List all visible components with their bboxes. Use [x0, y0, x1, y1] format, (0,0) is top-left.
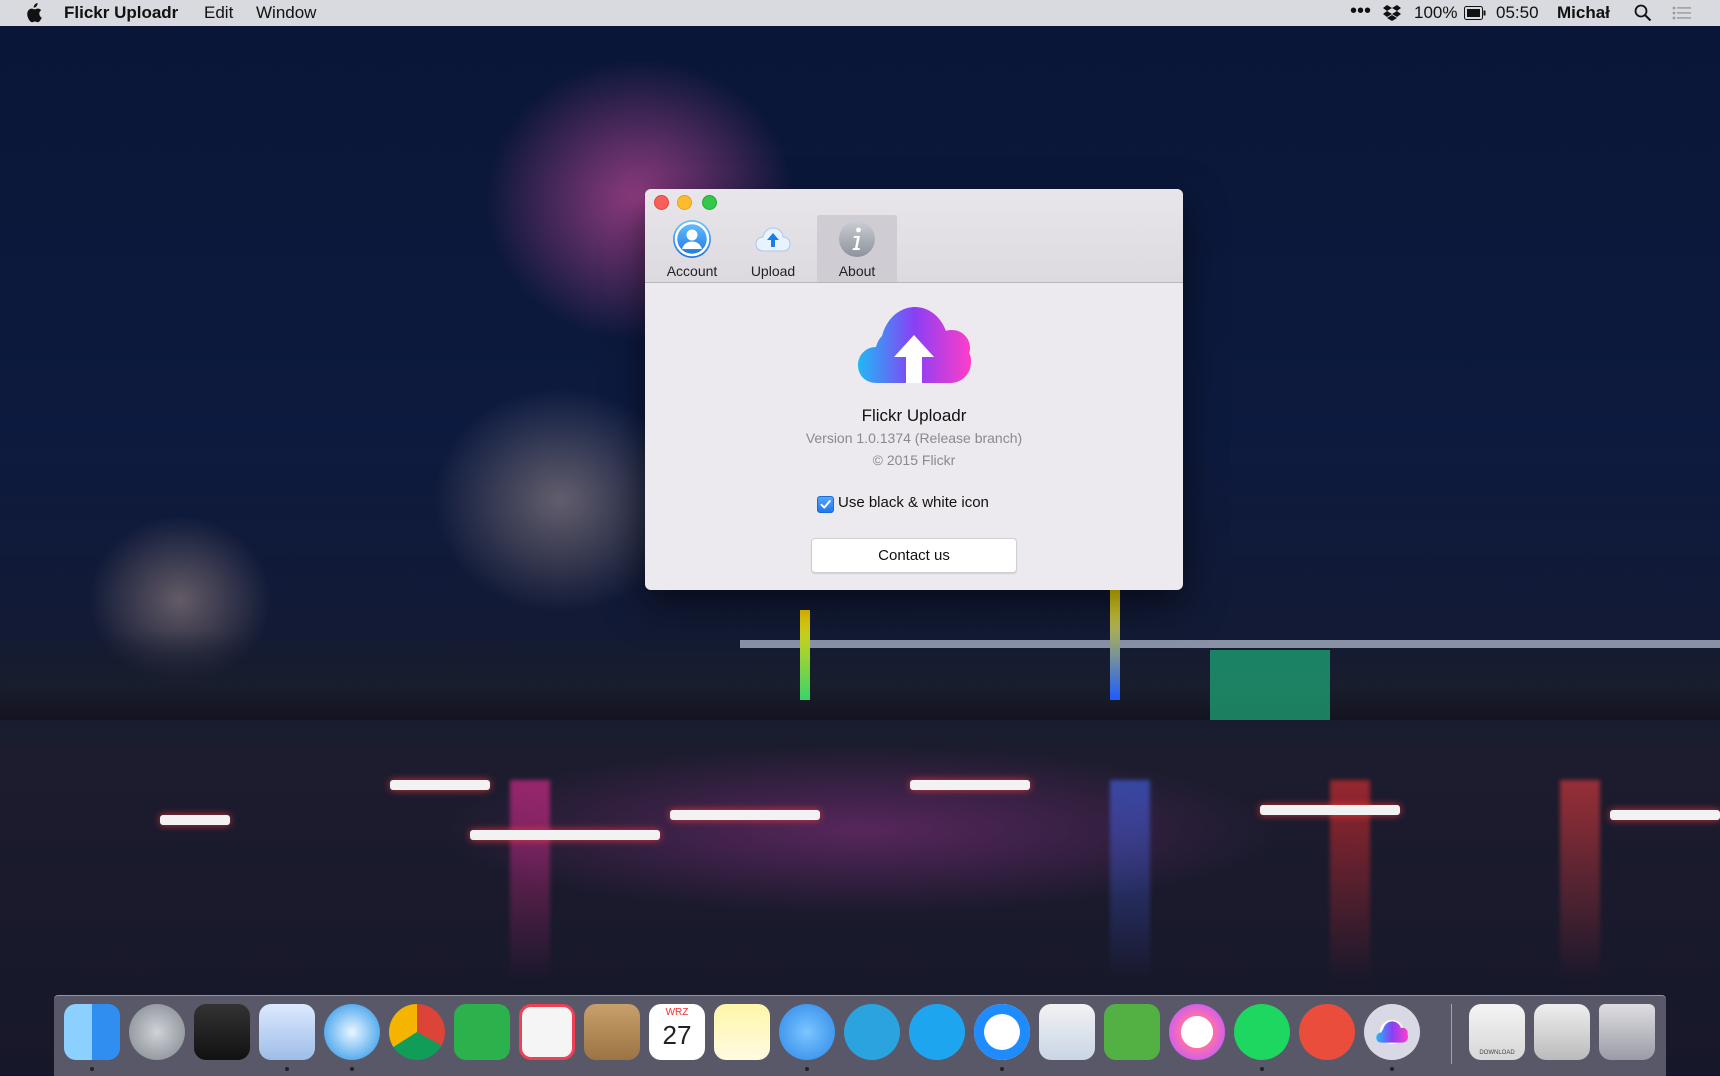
boat	[1610, 810, 1720, 820]
bw-icon-label[interactable]: Use black & white icon	[838, 494, 989, 511]
boat	[910, 780, 1030, 790]
bridge-tower	[800, 610, 810, 700]
boat	[390, 780, 490, 790]
bw-icon-checkbox[interactable]	[817, 496, 834, 513]
menu-edit[interactable]: Edit	[204, 3, 233, 23]
calendar-icon[interactable]: WRZ 27	[649, 1004, 705, 1060]
running-indicator	[90, 1067, 94, 1071]
minimize-button[interactable]	[677, 195, 692, 210]
calendar-day: 27	[662, 1020, 692, 1050]
boat	[160, 815, 230, 825]
tab-upload[interactable]: Upload	[733, 215, 813, 282]
boat	[470, 830, 660, 840]
tab-about-label: About	[838, 263, 876, 279]
running-indicator	[1390, 1067, 1394, 1071]
tab-account-label: Account	[666, 263, 718, 279]
water-reflection	[1110, 780, 1150, 980]
pocket-icon[interactable]	[519, 1004, 575, 1060]
telegram-icon[interactable]	[844, 1004, 900, 1060]
menu-bar: Flickr Uploadr Edit Window ••• 100% 05:5…	[0, 0, 1720, 26]
checkmark-icon	[820, 500, 831, 509]
running-indicator	[350, 1067, 354, 1071]
about-window: Account Upload About Flickr Uploadr Vers…	[645, 189, 1183, 590]
apple-icon[interactable]	[24, 3, 42, 23]
close-button[interactable]	[654, 195, 669, 210]
documents-stack-icon[interactable]	[1534, 1004, 1590, 1060]
evernote-icon[interactable]	[1104, 1004, 1160, 1060]
spotlight-search-icon[interactable]	[1634, 4, 1652, 22]
chrome-icon[interactable]	[389, 1004, 445, 1060]
finder-icon[interactable]	[64, 1004, 120, 1060]
copyright-text: © 2015 Flickr	[872, 452, 956, 468]
downloader-icon[interactable]	[1299, 1004, 1355, 1060]
photo-slideshow-icon[interactable]	[194, 1004, 250, 1060]
info-icon	[839, 221, 875, 257]
water-reflection	[510, 780, 550, 980]
messenger-icon[interactable]	[974, 1004, 1030, 1060]
about-panel: Flickr Uploadr Version 1.0.1374 (Release…	[645, 283, 1183, 590]
flickr-uploadr-icon[interactable]	[1364, 1004, 1420, 1060]
running-indicator	[1000, 1067, 1004, 1071]
tab-about[interactable]: About	[817, 215, 897, 282]
preview-icon[interactable]	[1039, 1004, 1095, 1060]
more-icon[interactable]: •••	[1350, 0, 1371, 23]
flickr-uploadr-logo	[858, 307, 971, 383]
spotify-icon[interactable]	[1234, 1004, 1290, 1060]
lit-building	[1210, 650, 1330, 720]
version-text: Version 1.0.1374 (Release branch)	[805, 430, 1023, 446]
menu-app-name[interactable]: Flickr Uploadr	[64, 3, 178, 23]
feedly-icon[interactable]	[454, 1004, 510, 1060]
notes-icon[interactable]	[714, 1004, 770, 1060]
preferences-toolbar: Account Upload About	[645, 189, 1183, 283]
upload-cloud-icon	[755, 227, 791, 252]
dock-separator	[1451, 1004, 1452, 1064]
dropbox-icon[interactable]	[1382, 4, 1402, 22]
running-indicator	[805, 1067, 809, 1071]
tab-account[interactable]: Account	[652, 215, 732, 282]
contacts-icon[interactable]	[584, 1004, 640, 1060]
contact-us-button[interactable]: Contact us	[811, 538, 1017, 573]
messages-icon[interactable]	[779, 1004, 835, 1060]
itunes-icon[interactable]	[1169, 1004, 1225, 1060]
app-title: Flickr Uploadr	[861, 406, 967, 425]
skype-icon[interactable]	[909, 1004, 965, 1060]
boat	[670, 810, 820, 820]
boat	[1260, 805, 1400, 815]
account-icon	[673, 220, 711, 258]
launchpad-icon[interactable]	[129, 1004, 185, 1060]
cloud-icon	[1376, 1021, 1408, 1043]
clock[interactable]: 05:50	[1496, 3, 1539, 23]
calendar-month: WRZ	[665, 1007, 689, 1018]
mail-icon[interactable]	[259, 1004, 315, 1060]
downloads-stack-icon[interactable]: DOWNLOAD	[1469, 1004, 1525, 1060]
tab-upload-label: Upload	[750, 263, 796, 279]
running-indicator	[285, 1067, 289, 1071]
notification-center-icon[interactable]	[1672, 6, 1692, 20]
bridge-deck	[740, 640, 1720, 648]
running-indicator	[1260, 1067, 1264, 1071]
battery-icon[interactable]	[1464, 6, 1486, 20]
bridge-tower	[1110, 590, 1120, 700]
safari-icon[interactable]	[324, 1004, 380, 1060]
dock: WRZ 27 DOWNLOAD	[54, 995, 1666, 1076]
menu-window[interactable]: Window	[256, 3, 316, 23]
water-reflection	[1560, 780, 1600, 980]
battery-percent: 100%	[1414, 3, 1458, 22]
user-name[interactable]: Michał	[1557, 3, 1610, 23]
downloads-label: DOWNLOAD	[1479, 1050, 1515, 1056]
trash-icon[interactable]	[1599, 1004, 1655, 1060]
zoom-button[interactable]	[702, 195, 717, 210]
